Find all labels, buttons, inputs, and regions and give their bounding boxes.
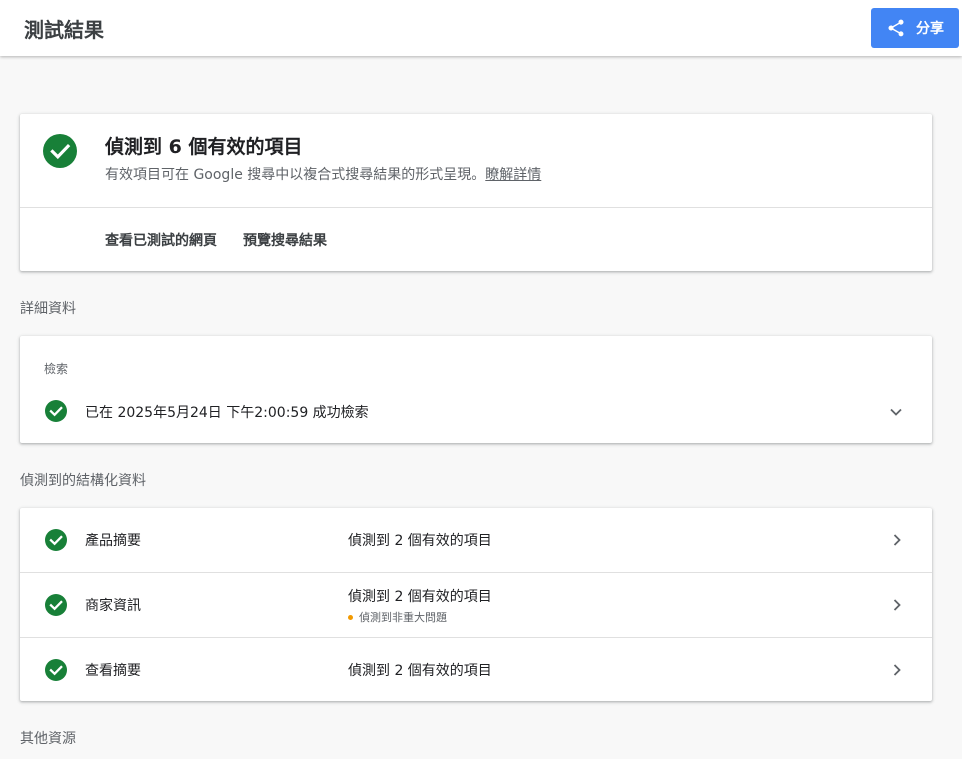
check-circle-icon	[43, 134, 77, 168]
structured-data-row-product-snippet[interactable]: 產品摘要 偵測到 2 個有效的項目	[20, 508, 932, 572]
preview-results-button[interactable]: 預覽搜尋結果	[243, 230, 327, 250]
chevron-down-icon[interactable]	[888, 404, 904, 420]
chevron-right-icon	[893, 534, 901, 546]
check-circle-icon	[45, 594, 67, 616]
chevron-right-icon	[893, 664, 901, 676]
row-warning-text: 偵測到非重大問題	[359, 611, 447, 624]
crawl-card: 檢索 已在 2025年5月24日 下午2:00:59 成功檢索	[20, 336, 932, 443]
view-tested-page-button[interactable]: 查看已測試的網頁	[105, 230, 217, 250]
other-resources-section-label: 其他資源	[20, 731, 76, 747]
summary-card: 偵測到 6 個有效的項目 有效項目可在 Google 搜尋中以複合式搜尋結果的形…	[20, 114, 932, 271]
chevron-right-icon	[893, 599, 901, 611]
check-circle-icon	[45, 659, 67, 681]
top-app-bar: 測試結果 分享	[0, 0, 962, 56]
details-section-label: 詳細資料	[20, 301, 76, 317]
summary-actions: 查看已測試的網頁 預覽搜尋結果	[105, 230, 327, 250]
row-name: 商家資訊	[85, 598, 141, 614]
warning-dot-icon	[348, 614, 353, 620]
page-title: 測試結果	[24, 18, 104, 42]
structured-data-row-review-snippet[interactable]: 查看摘要 偵測到 2 個有效的項目	[20, 637, 932, 701]
summary-description: 有效項目可在 Google 搜尋中以複合式搜尋結果的形式呈現。瞭解詳情	[105, 164, 541, 184]
share-button[interactable]: 分享	[871, 8, 959, 48]
learn-more-link[interactable]: 瞭解詳情	[485, 167, 541, 183]
share-icon	[888, 19, 904, 37]
summary-headline: 偵測到 6 個有效的項目	[105, 136, 303, 158]
summary-description-text: 有效項目可在 Google 搜尋中以複合式搜尋結果的形式呈現。	[105, 167, 486, 183]
structured-data-row-merchant-listing[interactable]: 商家資訊 偵測到 2 個有效的項目 偵測到非重大問題	[20, 572, 932, 636]
structured-data-card: 產品摘要 偵測到 2 個有效的項目 商家資訊 偵測到 2 個有效的項目 偵測到非…	[20, 508, 932, 701]
crawl-label: 檢索	[44, 362, 69, 376]
crawl-row[interactable]: 已在 2025年5月24日 下午2:00:59 成功檢索	[20, 396, 932, 426]
crawl-status: 已在 2025年5月24日 下午2:00:59 成功檢索	[85, 405, 369, 421]
row-name: 查看摘要	[85, 663, 141, 679]
row-status: 偵測到 2 個有效的項目	[348, 533, 492, 549]
check-circle-icon	[45, 400, 67, 422]
row-status: 偵測到 2 個有效的項目	[348, 663, 492, 679]
share-button-label: 分享	[916, 21, 944, 37]
check-circle-icon	[45, 529, 67, 551]
divider	[20, 207, 932, 208]
row-name: 產品摘要	[85, 533, 141, 549]
row-status: 偵測到 2 個有效的項目	[348, 589, 492, 605]
structured-data-section-label: 偵測到的結構化資料	[20, 473, 146, 489]
row-warning: 偵測到非重大問題	[348, 609, 447, 625]
